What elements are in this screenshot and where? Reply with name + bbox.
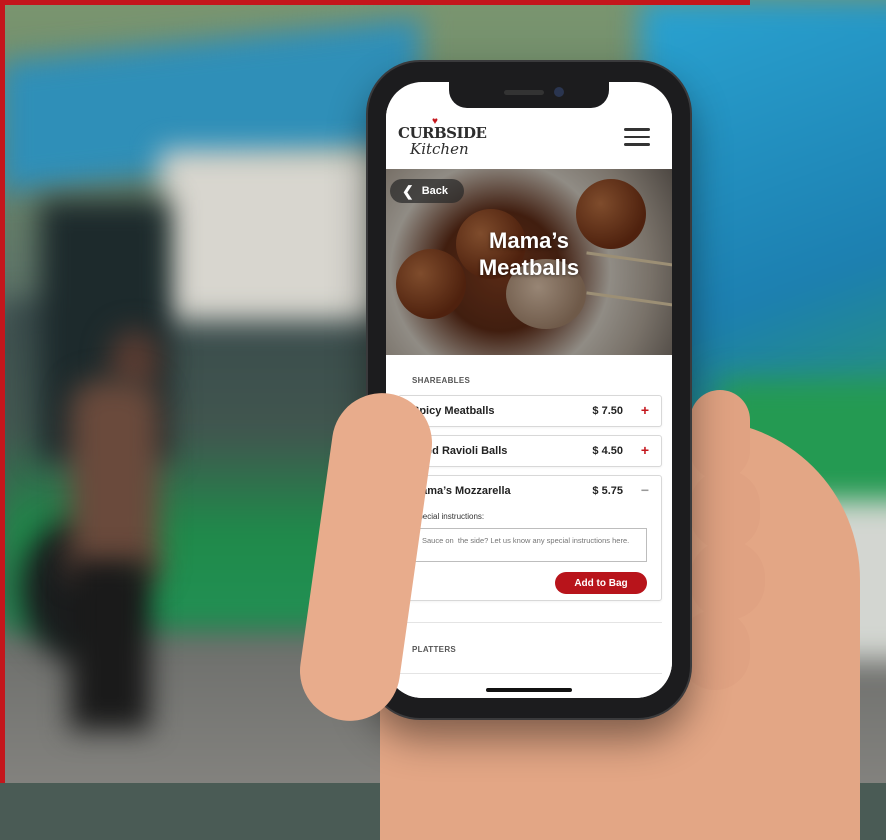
item-name: Spicy Meatballs xyxy=(412,405,495,417)
logo-bottom-text: Kitchen xyxy=(410,140,469,158)
page-title: Mama’s Meatballs xyxy=(386,227,672,281)
menu-item-spicy-meatballs[interactable]: Spicy Meatballs $ 7.50 + xyxy=(398,395,662,427)
item-price: $ 7.50 xyxy=(592,405,623,417)
speaker xyxy=(504,90,544,95)
title-line-2: Meatballs xyxy=(478,255,580,280)
menu-item-fried-ravioli-balls[interactable]: Fried Ravioli Balls $ 4.50 + xyxy=(398,435,662,467)
app-header: ♥ CURBSIDE Kitchen xyxy=(386,108,672,168)
back-button[interactable]: ❮ Back xyxy=(390,179,464,203)
red-frame-left xyxy=(0,0,5,783)
hamburger-menu-icon[interactable] xyxy=(624,128,650,148)
item-name: Mama’s Mozzarella xyxy=(412,485,511,497)
finger xyxy=(690,390,750,480)
plus-icon[interactable]: + xyxy=(641,442,649,458)
item-price: $ 4.50 xyxy=(592,445,623,457)
finger xyxy=(690,540,765,620)
phone-screen: ♥ CURBSIDE Kitchen ❮ Back Mama’s Meatbal… xyxy=(386,82,672,698)
special-instructions-label: Special instructions: xyxy=(413,512,485,521)
red-frame-top xyxy=(0,0,750,5)
plus-icon[interactable]: + xyxy=(641,402,649,418)
divider xyxy=(398,673,662,674)
hero-image: ❮ Back Mama’s Meatballs xyxy=(386,169,672,355)
menu-list: SHAREABLES Spicy Meatballs $ 7.50 + Frie… xyxy=(386,355,672,698)
finger xyxy=(690,470,760,550)
minus-icon[interactable]: − xyxy=(641,482,649,498)
phone: ♥ CURBSIDE Kitchen ❮ Back Mama’s Meatbal… xyxy=(368,62,690,718)
back-label: Back xyxy=(421,185,449,197)
title-line-1: Mama’s xyxy=(489,228,569,253)
notch xyxy=(449,82,609,108)
camera xyxy=(554,87,564,97)
home-indicator xyxy=(486,688,572,692)
divider xyxy=(398,622,662,623)
section-label-shareables: SHAREABLES xyxy=(412,376,471,385)
brand-logo[interactable]: ♥ CURBSIDE Kitchen xyxy=(398,116,487,164)
chevron-left-icon: ❮ xyxy=(402,183,414,199)
section-label-platters: PLATTERS xyxy=(412,645,457,654)
special-instructions-input[interactable] xyxy=(413,528,647,562)
finger xyxy=(680,610,750,690)
item-price: $ 5.75 xyxy=(592,485,623,497)
menu-item-mamas-mozzarella: Mama’s Mozzarella $ 5.75 − Special instr… xyxy=(398,475,662,601)
add-to-bag-button[interactable]: Add to Bag xyxy=(555,572,647,594)
